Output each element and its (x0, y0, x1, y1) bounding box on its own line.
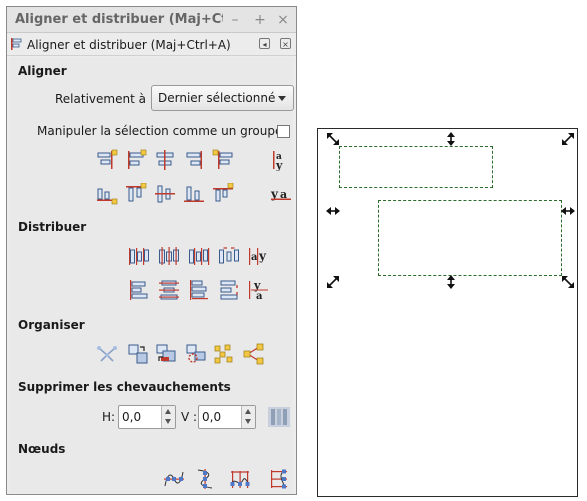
align-nodes-vertical-icon[interactable] (194, 468, 216, 490)
distribute-baselines-horizontal-icon[interactable]: ay (248, 245, 270, 267)
h-gap-label: H: (102, 410, 116, 424)
scale-handle-bottom-left-icon[interactable] (326, 275, 340, 289)
remove-overlaps-icon[interactable] (267, 405, 291, 429)
exchange-clockwise-icon[interactable] (185, 343, 207, 365)
relative-to-select[interactable]: Dernier sélectionné (151, 85, 294, 111)
distribute-top-edges-icon[interactable] (128, 279, 150, 301)
dock-header: Aligner et distribuer (Maj+Ctrl+A) ◂ × (7, 33, 296, 56)
svg-text:y: y (258, 249, 267, 263)
distribute-gaps-vertical-icon[interactable] (218, 279, 240, 301)
scale-handle-bottom-right-icon[interactable] (561, 275, 575, 289)
randomize-positions-icon[interactable] (213, 343, 235, 365)
group-selection-checkbox[interactable] (277, 125, 290, 138)
align-top-edges-icon[interactable] (125, 183, 147, 205)
distribute-centers-horizontal-icon[interactable] (158, 245, 180, 267)
distribute-nodes-vertical-icon[interactable] (267, 468, 289, 490)
svg-text:a: a (256, 291, 263, 301)
minimize-button[interactable]: – (225, 10, 245, 30)
unclump-icon[interactable] (243, 343, 265, 365)
h-gap-input[interactable] (122, 409, 160, 425)
selected-rectangle-top[interactable] (339, 146, 493, 188)
align-distribute-dialog: Aligner et distribuer (Maj+Ct... – + × A… (6, 6, 297, 495)
align-right-edge-to-left-icon[interactable] (96, 149, 118, 171)
scale-handle-bottom-icon[interactable] (444, 275, 458, 289)
remove-overlaps-heading: Supprimer les chevauchements (18, 380, 231, 394)
maximize-button[interactable]: + (250, 10, 270, 30)
align-top-to-bottom-icon[interactable] (212, 183, 234, 205)
align-nodes-horizontal-icon[interactable] (163, 468, 185, 490)
align-left-edge-to-right-icon[interactable] (212, 149, 234, 171)
align-center-horizontal-axis-icon[interactable] (154, 183, 176, 205)
scale-handle-top-left-icon[interactable] (326, 132, 340, 146)
align-center-vertical-axis-icon[interactable] (154, 149, 176, 171)
distribute-gaps-horizontal-icon[interactable] (218, 245, 240, 267)
distribute-nodes-horizontal-icon[interactable] (229, 468, 251, 490)
v-gap-spinbox[interactable] (198, 405, 256, 429)
align-bottom-edges-icon[interactable] (183, 183, 205, 205)
distribute-left-edges-icon[interactable] (128, 245, 150, 267)
graph-layout-icon[interactable] (96, 343, 118, 365)
scale-handle-top-icon[interactable] (444, 132, 458, 146)
distribute-baselines-vertical-icon[interactable]: ya (248, 279, 270, 301)
scale-handle-right-icon[interactable] (561, 204, 575, 218)
h-gap-spinbox[interactable] (118, 405, 176, 429)
align-baselines-icon[interactable]: ya (270, 183, 292, 205)
drawing-canvas-page[interactable] (317, 128, 578, 497)
dialog-titlebar[interactable]: Aligner et distribuer (Maj+Ct... – + × (7, 7, 296, 33)
align-left-edges-icon[interactable] (125, 149, 147, 171)
align-heading: Aligner (18, 64, 67, 78)
dock-float-button[interactable]: ◂ (259, 38, 270, 49)
distribute-centers-vertical-icon[interactable] (158, 279, 180, 301)
align-baseline-text-icon[interactable]: ay (270, 149, 292, 171)
exchange-positions-icon[interactable] (127, 343, 149, 365)
dialog-content: Aligner Relativement à : Dernier sélecti… (10, 57, 294, 493)
v-gap-label: V : (181, 410, 198, 424)
dialog-title: Aligner et distribuer (Maj+Ct... (15, 12, 223, 27)
svg-text:a: a (251, 252, 258, 263)
svg-text:y: y (275, 159, 283, 171)
align-bottom-to-top-icon[interactable] (96, 183, 118, 205)
distribute-heading: Distribuer (18, 220, 87, 234)
scale-handle-left-icon[interactable] (326, 204, 340, 218)
selected-rectangle-bottom[interactable] (378, 200, 562, 276)
h-gap-stepper[interactable] (161, 406, 175, 428)
scale-handle-top-right-icon[interactable] (561, 132, 575, 146)
relative-to-value: Dernier sélectionné (158, 91, 276, 105)
close-button[interactable]: × (273, 10, 293, 30)
align-right-edges-icon[interactable] (183, 149, 205, 171)
nodes-heading: Nœuds (18, 442, 66, 456)
arrange-heading: Organiser (18, 318, 85, 332)
v-gap-input[interactable] (202, 409, 240, 425)
v-gap-stepper[interactable] (241, 406, 255, 428)
relative-to-label: Relativement à : (55, 92, 154, 106)
align-distribute-icon (11, 38, 22, 50)
chevron-down-icon (278, 96, 286, 101)
group-selection-label: Manipuler la sélection comme un groupe : (37, 124, 291, 138)
distribute-bottom-edges-icon[interactable] (188, 279, 210, 301)
distribute-right-edges-icon[interactable] (188, 245, 210, 267)
exchange-z-order-icon[interactable] (155, 343, 177, 365)
dock-close-button[interactable]: × (280, 38, 291, 49)
dock-title: Aligner et distribuer (Maj+Ctrl+A) (27, 38, 231, 52)
